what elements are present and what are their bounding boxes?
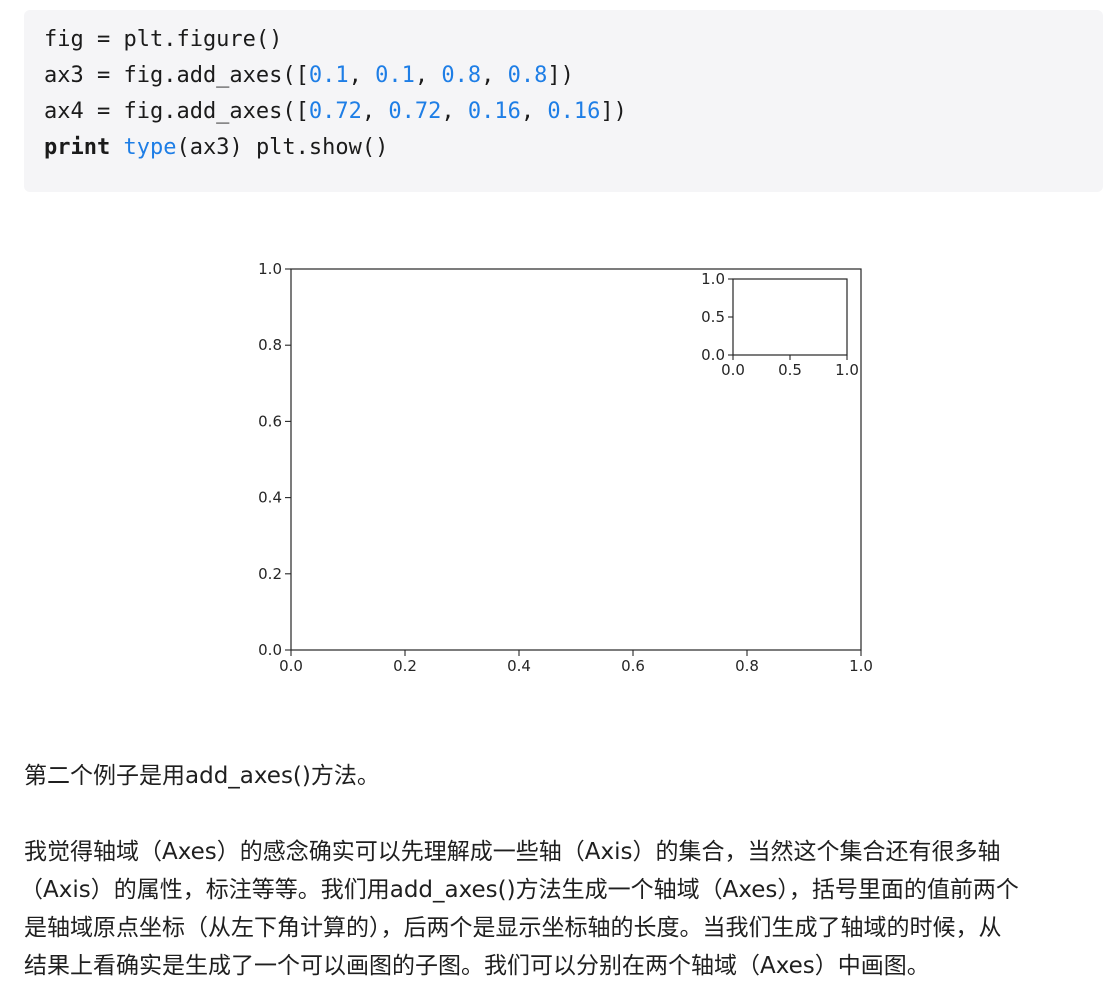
main-axes-ytick-label: 0.8 <box>258 336 282 354</box>
code-text: ax4 = fig.add_axes([ <box>44 99 309 124</box>
inset-axes-xtick-label: 0.5 <box>778 361 802 379</box>
code-number: 0.16 <box>547 99 601 124</box>
code-line: ax3 = fig.add_axes([0.1, 0.1, 0.8, 0.8]) <box>44 58 574 94</box>
code-keyword: print <box>44 135 111 160</box>
code-number: 0.1 <box>308 63 349 88</box>
main-axes-xtick-label: 0.2 <box>393 657 417 675</box>
code-text: , <box>520 99 548 124</box>
code-number: 0.8 <box>441 63 482 88</box>
paragraph-line-2: （Axis）的属性，标注等等。我们用add_axes()方法生成一个轴域（Axe… <box>20 877 1019 903</box>
main-axes-ytick-label: 0.2 <box>258 565 282 583</box>
code-number: 0.72 <box>388 99 442 124</box>
main-axes-xtick-label: 0.6 <box>621 657 645 675</box>
inset-axes-xtick-label: 1.0 <box>835 361 859 379</box>
main-axes-ytick-label: 0.0 <box>258 641 282 659</box>
code-text: , <box>481 63 508 88</box>
code-number: 0.16 <box>467 99 521 124</box>
code-text: , <box>414 63 442 88</box>
code-text: (ax3) plt.show() <box>176 135 389 160</box>
code-number: 0.1 <box>375 63 415 88</box>
code-text: , <box>441 99 468 124</box>
main-axes-ytick-label: 1.0 <box>258 260 282 278</box>
matplotlib-figure: 0.0 0.2 0.4 0.6 0.8 1.0 0.0 0.2 0.4 0.6 0.8 1.0 0.0 0… <box>258 260 873 675</box>
inset-axes-ytick-label: 0.0 <box>701 346 725 364</box>
code-line: fig = plt.figure() <box>44 22 282 58</box>
inset-axes-frame <box>732 278 848 356</box>
main-axes-xtick-label: 0.8 <box>735 657 759 675</box>
main-axes-xtick-label: 0.0 <box>279 657 303 675</box>
paragraph-line-4: 结果上看确实是生成了一个可以画图的子图。我们可以分别在两个轴域（Axes）中画图… <box>24 953 930 979</box>
code-number: 0.72 <box>308 99 362 124</box>
main-axes-ytick-label: 0.6 <box>258 412 282 430</box>
code-line: print type(ax3) plt.show() <box>44 130 388 166</box>
main-axes-xtick-label: 0.4 <box>507 657 531 675</box>
code-text: ax3 = fig.add_axes([ <box>44 63 309 88</box>
code-text: ]) <box>547 63 574 88</box>
paragraph-line-1: 我觉得轴域（Axes）的感念确实可以先理解成一些轴（Axis）的集合，当然这个集… <box>24 839 1001 865</box>
inset-axes-ytick-label: 1.0 <box>701 270 725 288</box>
code-block: fig = plt.figure() ax3 = fig.add_axes([0.… <box>24 10 1103 192</box>
main-axes-xtick-label: 1.0 <box>849 657 873 675</box>
code-line: ax4 = fig.add_axes([0.72, 0.72, 0.16, 0.… <box>44 94 627 130</box>
main-axes-ytick-label: 0.4 <box>258 489 282 507</box>
code-text: , <box>361 99 389 124</box>
paragraph-line-3: 是轴域原点坐标（从左下角计算的），后两个是显示坐标轴的长度。当我们生成了轴域的时… <box>24 915 1002 941</box>
figure: 0.0 0.2 0.4 0.6 0.8 1.0 0.0 0.2 0.4 0.6 0.8 1.0 0.0 0… <box>240 250 880 694</box>
code-text: ]) <box>600 99 627 124</box>
paragraph-intro: 第二个例子是用add_axes()方法。 <box>24 763 380 789</box>
inset-axes-ytick-label: 0.5 <box>701 308 725 326</box>
code-builtin: type <box>123 135 177 160</box>
code-number: 0.8 <box>507 63 548 88</box>
code-text: , <box>348 63 376 88</box>
code-text: fig = plt.figure() <box>44 27 283 52</box>
